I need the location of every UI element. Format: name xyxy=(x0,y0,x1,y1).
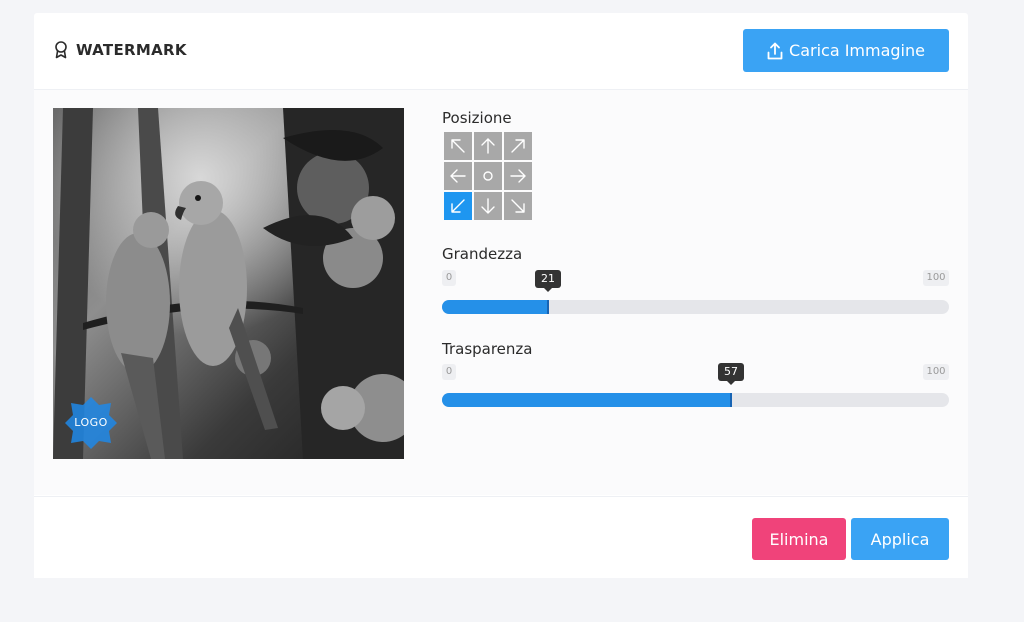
opacity-min-label: 0 xyxy=(442,364,456,380)
size-slider-fill xyxy=(442,300,548,314)
size-value-tooltip: 21 xyxy=(535,270,561,292)
card-footer: Elimina Applica xyxy=(34,496,968,578)
opacity-max-label: 100 xyxy=(923,364,949,380)
arrow-down-icon xyxy=(481,198,495,214)
opacity-slider-handle[interactable] xyxy=(730,393,732,407)
position-middle-left[interactable] xyxy=(444,162,472,190)
arrow-right-icon xyxy=(510,169,526,183)
position-center[interactable] xyxy=(474,162,502,190)
position-middle-right[interactable] xyxy=(504,162,532,190)
upload-icon xyxy=(767,42,783,60)
arrow-up-right-icon xyxy=(511,139,525,153)
logo-text: LOGO xyxy=(74,416,108,429)
arrow-left-icon xyxy=(450,169,466,183)
position-grid xyxy=(444,132,534,222)
arrow-up-left-icon xyxy=(451,139,465,153)
position-bottom-center[interactable] xyxy=(474,192,502,220)
arrow-down-right-icon xyxy=(511,199,525,213)
size-max-label: 100 xyxy=(923,270,949,286)
position-label: Posizione xyxy=(442,109,512,127)
arrow-down-left-icon xyxy=(451,199,465,213)
opacity-label: Trasparenza xyxy=(442,340,533,358)
apply-button[interactable]: Applica xyxy=(851,518,949,560)
watermark-logo: LOGO xyxy=(63,395,119,451)
position-top-center[interactable] xyxy=(474,132,502,160)
opacity-slider[interactable] xyxy=(442,393,949,407)
card-title: WATERMARK xyxy=(54,39,187,61)
position-bottom-right[interactable] xyxy=(504,192,532,220)
size-label: Grandezza xyxy=(442,245,523,263)
position-top-left[interactable] xyxy=(444,132,472,160)
size-min-label: 0 xyxy=(442,270,456,286)
upload-image-label: Carica Immagine xyxy=(789,41,925,60)
card-body: LOGO Posizione Grandezza 0 100 21 Traspa… xyxy=(34,90,968,495)
position-bottom-left[interactable] xyxy=(444,192,472,220)
opacity-value-tooltip: 57 xyxy=(718,363,744,385)
size-slider-handle[interactable] xyxy=(547,300,549,314)
watermark-card: WATERMARK Carica Immagine LOGO Posizione… xyxy=(34,13,968,578)
opacity-slider-fill xyxy=(442,393,731,407)
size-slider[interactable] xyxy=(442,300,949,314)
delete-button[interactable]: Elimina xyxy=(752,518,846,560)
award-icon xyxy=(54,41,68,59)
card-title-text: WATERMARK xyxy=(76,41,187,59)
card-header: WATERMARK Carica Immagine xyxy=(34,13,968,90)
position-top-right[interactable] xyxy=(504,132,532,160)
image-preview: LOGO xyxy=(53,108,404,459)
circle-icon xyxy=(483,171,493,181)
upload-image-button[interactable]: Carica Immagine xyxy=(743,29,949,72)
arrow-up-icon xyxy=(481,138,495,154)
